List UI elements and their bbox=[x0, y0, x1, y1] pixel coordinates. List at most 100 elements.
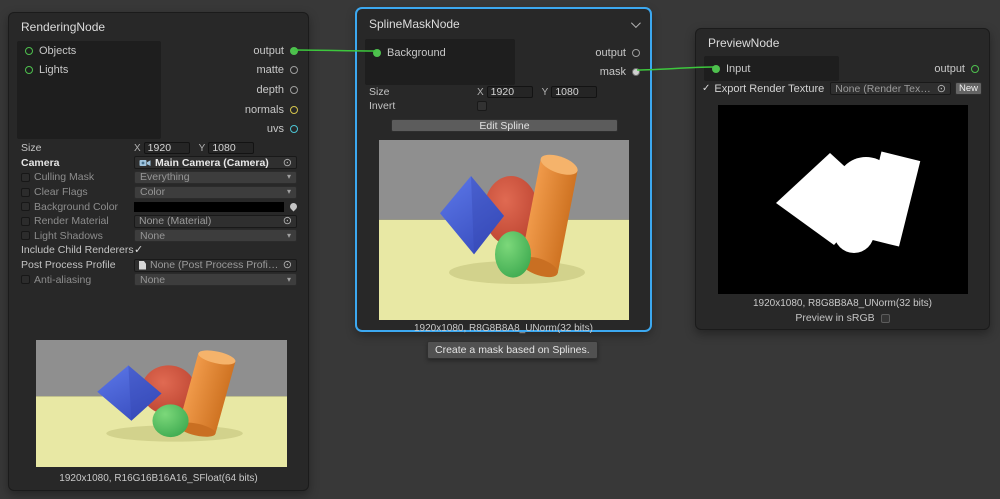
color-swatch[interactable] bbox=[134, 202, 284, 212]
y-axis-label: Y bbox=[542, 87, 549, 98]
spline-mask-node-header[interactable]: SplineMaskNode bbox=[357, 9, 650, 39]
rendering-node-ports: Objects output Lights matte bbox=[9, 41, 308, 139]
clear-flags-dropdown[interactable]: Color ▾ bbox=[134, 186, 297, 199]
size-y-input[interactable] bbox=[208, 142, 254, 154]
light-shadows-dropdown[interactable]: None ▾ bbox=[134, 229, 297, 242]
y-axis-label: Y bbox=[199, 143, 206, 154]
new-render-texture-button[interactable]: New bbox=[955, 82, 982, 95]
preview-node[interactable]: PreviewNode Input output ✓ Export Render… bbox=[695, 28, 990, 330]
export-render-texture-label: Export Render Texture bbox=[714, 83, 824, 95]
collapse-chevron-icon[interactable] bbox=[631, 18, 641, 28]
chevron-down-icon: ▾ bbox=[287, 276, 291, 284]
asset-file-icon bbox=[139, 261, 146, 270]
anti-aliasing-value: None bbox=[140, 274, 165, 286]
camera-row: Camera Main Camera (Camera) ⊙ bbox=[9, 156, 308, 171]
chevron-down-icon: ▾ bbox=[287, 188, 291, 196]
export-render-texture-row: ✓ Export Render Texture None (Render Tex… bbox=[696, 81, 989, 96]
output-port-matte[interactable] bbox=[290, 66, 298, 74]
port-label: output bbox=[934, 63, 965, 75]
include-child-renderers-checkbox[interactable]: ✓ bbox=[134, 245, 143, 256]
light-shadows-label: Light Shadows bbox=[34, 230, 103, 242]
port-label: mask bbox=[600, 66, 626, 78]
output-port-output[interactable] bbox=[971, 65, 979, 73]
size-x-input[interactable] bbox=[144, 142, 190, 154]
output-port-normals[interactable] bbox=[290, 106, 298, 114]
override-checkbox[interactable] bbox=[21, 173, 30, 182]
input-port-lights[interactable] bbox=[25, 66, 33, 74]
render-texture-value: None (Render Texture) bbox=[835, 83, 933, 95]
invert-checkbox[interactable] bbox=[477, 101, 487, 111]
edit-spline-button[interactable]: Edit Spline bbox=[391, 119, 618, 132]
graph-background[interactable]: RenderingNode Objects output Lights bbox=[0, 0, 1000, 499]
node-title: RenderingNode bbox=[21, 20, 105, 34]
post-process-profile-value: None (Post Process Profile) bbox=[150, 259, 279, 271]
eyedropper-icon[interactable] bbox=[289, 202, 299, 212]
render-texture-field[interactable]: None (Render Texture) ⊙ bbox=[830, 82, 951, 95]
size-x-input[interactable] bbox=[487, 86, 533, 98]
port-label: depth bbox=[256, 84, 284, 96]
output-port-depth[interactable] bbox=[290, 86, 298, 94]
output-port-output[interactable] bbox=[632, 49, 640, 57]
port-label: matte bbox=[256, 64, 284, 76]
culling-mask-dropdown[interactable]: Everything ▾ bbox=[134, 171, 297, 184]
light-shadows-row: Light Shadows None ▾ bbox=[9, 229, 308, 244]
size-label: Size bbox=[21, 142, 41, 154]
render-material-label: Render Material bbox=[34, 215, 109, 227]
preview-node-header[interactable]: PreviewNode bbox=[696, 29, 989, 56]
anti-aliasing-dropdown[interactable]: None ▾ bbox=[134, 273, 297, 286]
rendering-node-header[interactable]: RenderingNode bbox=[9, 13, 308, 41]
camera-object-field[interactable]: Main Camera (Camera) ⊙ bbox=[134, 156, 297, 169]
preview-srgb-row: Preview in sRGB bbox=[696, 312, 989, 324]
port-label: output bbox=[253, 45, 284, 57]
chevron-down-icon: ▾ bbox=[287, 173, 291, 181]
spline-mask-node[interactable]: SplineMaskNode Background output mask bbox=[356, 8, 651, 331]
render-material-value: None (Material) bbox=[139, 215, 211, 227]
override-checkbox[interactable] bbox=[21, 275, 30, 284]
node-title: PreviewNode bbox=[708, 36, 779, 50]
output-port-output[interactable] bbox=[290, 47, 298, 55]
output-port-mask[interactable] bbox=[632, 68, 640, 76]
anti-aliasing-label: Anti-aliasing bbox=[34, 274, 91, 286]
rendering-node-preview-image bbox=[36, 340, 287, 467]
invert-label: Invert bbox=[369, 100, 395, 112]
post-process-profile-field[interactable]: None (Post Process Profile) ⊙ bbox=[134, 259, 297, 272]
size-label: Size bbox=[369, 86, 389, 98]
port-label: Lights bbox=[39, 64, 68, 76]
object-picker-icon[interactable]: ⊙ bbox=[937, 84, 946, 94]
object-picker-icon[interactable]: ⊙ bbox=[283, 260, 292, 270]
input-port-background[interactable] bbox=[373, 49, 381, 57]
input-port-input[interactable] bbox=[712, 65, 720, 73]
include-child-renderers-label: Include Child Renderers bbox=[21, 244, 134, 256]
override-checkbox[interactable] bbox=[21, 202, 30, 211]
node-title: SplineMaskNode bbox=[369, 17, 460, 31]
camera-value: Main Camera (Camera) bbox=[155, 157, 269, 169]
override-checkbox[interactable] bbox=[21, 188, 30, 197]
input-port-objects[interactable] bbox=[25, 47, 33, 55]
preview-node-mask-image bbox=[718, 105, 968, 294]
render-material-row: Render Material None (Material) ⊙ bbox=[9, 214, 308, 229]
override-checkbox[interactable] bbox=[21, 231, 30, 240]
x-axis-label: X bbox=[134, 143, 141, 154]
object-picker-icon[interactable]: ⊙ bbox=[283, 216, 292, 226]
background-color-label: Background Color bbox=[34, 201, 118, 213]
preview-caption: 1920x1080, R16G16B16A16_SFloat(64 bits) bbox=[9, 473, 308, 484]
export-render-texture-checkbox[interactable]: ✓ bbox=[702, 84, 710, 94]
rendering-node[interactable]: RenderingNode Objects output Lights bbox=[8, 12, 309, 491]
post-process-profile-row: Post Process Profile None (Post Process … bbox=[9, 258, 308, 273]
size-y-input[interactable] bbox=[551, 86, 597, 98]
port-label: normals bbox=[245, 104, 284, 116]
render-material-field[interactable]: None (Material) ⊙ bbox=[134, 215, 297, 228]
port-label: Background bbox=[387, 47, 446, 59]
rendering-node-properties: Size X Y Camera bbox=[9, 141, 308, 287]
override-checkbox[interactable] bbox=[21, 217, 30, 226]
culling-mask-value: Everything bbox=[140, 171, 190, 183]
object-picker-icon[interactable]: ⊙ bbox=[283, 158, 292, 168]
preview-caption: 1920x1080, R8G8B8A8_UNorm(32 bits) bbox=[696, 298, 989, 309]
preview-caption: 1920x1080, R8G8B8A8_UNorm(32 bits) bbox=[357, 323, 650, 334]
output-port-uvs[interactable] bbox=[290, 125, 298, 133]
include-child-renderers-row: Include Child Renderers ✓ bbox=[9, 243, 308, 258]
preview-srgb-checkbox[interactable] bbox=[881, 314, 890, 323]
clear-flags-label: Clear Flags bbox=[34, 186, 88, 198]
node-tooltip: Create a mask based on Splines. bbox=[427, 341, 598, 359]
x-axis-label: X bbox=[477, 87, 484, 98]
